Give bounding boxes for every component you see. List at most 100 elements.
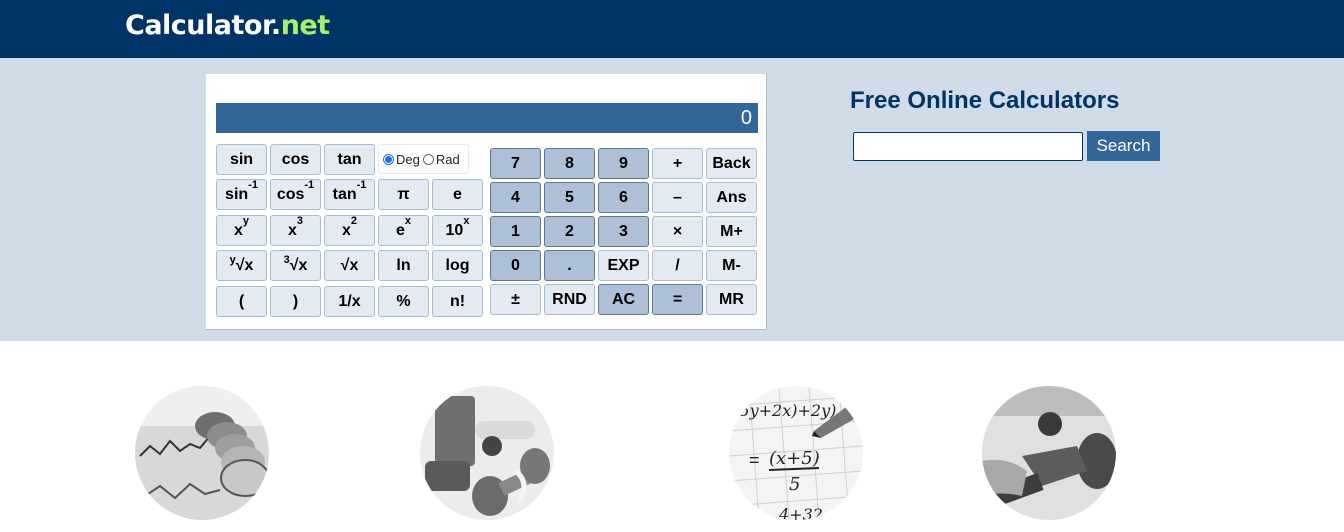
key-cos[interactable]: cos: [270, 144, 321, 175]
key-label: ×: [672, 223, 683, 240]
key-label: (: [238, 293, 245, 310]
key-label: √x: [235, 257, 254, 274]
key-close-paren[interactable]: ): [270, 286, 321, 317]
key-square-root[interactable]: √x: [324, 250, 375, 281]
key-6[interactable]: 6: [598, 182, 649, 213]
key-label: e: [453, 186, 462, 203]
key-superscript: -1: [248, 179, 258, 191]
key-label: RND: [552, 291, 587, 308]
key-5[interactable]: 5: [544, 182, 595, 213]
key-percent[interactable]: %: [378, 286, 429, 317]
key-plus[interactable]: +: [652, 148, 703, 179]
key-x-power-y[interactable]: xy: [216, 215, 267, 246]
key-ans[interactable]: Ans: [706, 182, 757, 213]
site-logo[interactable]: Calculator.net: [125, 10, 330, 41]
key-label: e: [395, 222, 405, 239]
fuel-nozzle-illustration: [982, 386, 1116, 520]
svg-text:-5y+2x)+2y): -5y+2x)+2y): [734, 401, 836, 420]
search-input[interactable]: [853, 132, 1083, 161]
key-y-root-x[interactable]: y√x: [216, 250, 267, 281]
key-e[interactable]: e: [432, 179, 483, 210]
key-label: 4: [511, 189, 520, 206]
key-decimal[interactable]: .: [544, 250, 595, 281]
key-label: /: [675, 257, 680, 274]
key-label: 10: [445, 222, 464, 239]
key-memory-recall[interactable]: MR: [706, 284, 757, 315]
key-label: MR: [719, 291, 744, 308]
math-equation-illustration: -5y+2x)+2y) (x+5) 5 = 4+32: [729, 386, 863, 520]
key-equals[interactable]: =: [652, 284, 703, 315]
key-superscript: y: [242, 215, 250, 227]
key-label: .: [567, 257, 572, 274]
key-arccos[interactable]: cos-1: [270, 179, 321, 210]
key-arctan[interactable]: tan-1: [324, 179, 375, 210]
key-1[interactable]: 1: [490, 216, 541, 247]
key-log[interactable]: log: [432, 250, 483, 281]
key-9[interactable]: 9: [598, 148, 649, 179]
key-exp[interactable]: EXP: [598, 250, 649, 281]
key-superscript: x: [463, 215, 470, 227]
calculator-display: 0: [216, 103, 758, 133]
key-multiply[interactable]: ×: [652, 216, 703, 247]
key-minus[interactable]: –: [652, 182, 703, 213]
key-label: x: [341, 222, 351, 239]
key-random[interactable]: RND: [544, 284, 595, 315]
key-label: M-: [722, 257, 741, 274]
fitness-health-calculators-image[interactable]: [420, 386, 554, 520]
key-pi[interactable]: π: [378, 179, 429, 210]
search-button[interactable]: Search: [1087, 131, 1160, 161]
key-0[interactable]: 0: [490, 250, 541, 281]
radio-deg-label[interactable]: Deg: [396, 152, 420, 167]
key-label: √x: [340, 257, 359, 274]
key-2[interactable]: 2: [544, 216, 595, 247]
radio-rad-label[interactable]: Rad: [436, 152, 460, 167]
key-ln[interactable]: ln: [378, 250, 429, 281]
key-4[interactable]: 4: [490, 182, 541, 213]
key-label: Back: [712, 155, 751, 172]
key-sin[interactable]: sin: [216, 144, 267, 175]
key-label: tan: [337, 151, 362, 168]
key-label: 6: [619, 189, 628, 206]
key-label: cos: [276, 186, 305, 203]
key-label: log: [445, 257, 470, 274]
key-tan[interactable]: tan: [324, 144, 375, 175]
key-back[interactable]: Back: [706, 148, 757, 179]
key-label: √x: [289, 257, 308, 274]
key-plus-minus[interactable]: ±: [490, 284, 541, 315]
key-label: –: [673, 189, 682, 206]
key-label: EXP: [607, 257, 640, 274]
top-navigation-bar: Calculator.net: [0, 0, 1344, 58]
key-label: 8: [565, 155, 574, 172]
key-superscript: -1: [356, 179, 367, 191]
key-x-cubed[interactable]: x3: [270, 215, 321, 246]
radio-rad[interactable]: [422, 153, 434, 165]
key-label: 2: [565, 223, 574, 240]
key-divide[interactable]: /: [652, 250, 703, 281]
financial-calculators-image[interactable]: [135, 386, 269, 520]
key-label: sin: [229, 151, 254, 168]
key-e-power-x[interactable]: ex: [378, 215, 429, 246]
other-calculators-image[interactable]: [982, 386, 1116, 520]
key-arcsin[interactable]: sin-1: [216, 179, 267, 210]
key-reciprocal[interactable]: 1/x: [324, 286, 375, 317]
key-8[interactable]: 8: [544, 148, 595, 179]
key-ten-power-x[interactable]: 10x: [432, 215, 483, 246]
key-all-clear[interactable]: AC: [598, 284, 649, 315]
key-x-squared[interactable]: x2: [324, 215, 375, 246]
key-open-paren[interactable]: (: [216, 286, 267, 317]
page-title: Free Online Calculators: [850, 87, 1120, 114]
key-cube-root[interactable]: 3√x: [270, 250, 321, 281]
key-label: Ans: [716, 189, 747, 206]
key-factorial[interactable]: n!: [432, 286, 483, 317]
key-label: AC: [611, 291, 636, 308]
key-memory-subtract[interactable]: M-: [706, 250, 757, 281]
radio-deg[interactable]: [383, 153, 394, 165]
svg-text:5: 5: [789, 474, 800, 495]
key-7[interactable]: 7: [490, 148, 541, 179]
svg-text:(x+5): (x+5): [769, 448, 820, 469]
key-3[interactable]: 3: [598, 216, 649, 247]
key-memory-add[interactable]: M+: [706, 216, 757, 247]
key-superscript: -1: [304, 179, 315, 191]
key-label: M+: [720, 223, 743, 240]
math-calculators-image[interactable]: -5y+2x)+2y) (x+5) 5 = 4+32: [729, 386, 863, 520]
